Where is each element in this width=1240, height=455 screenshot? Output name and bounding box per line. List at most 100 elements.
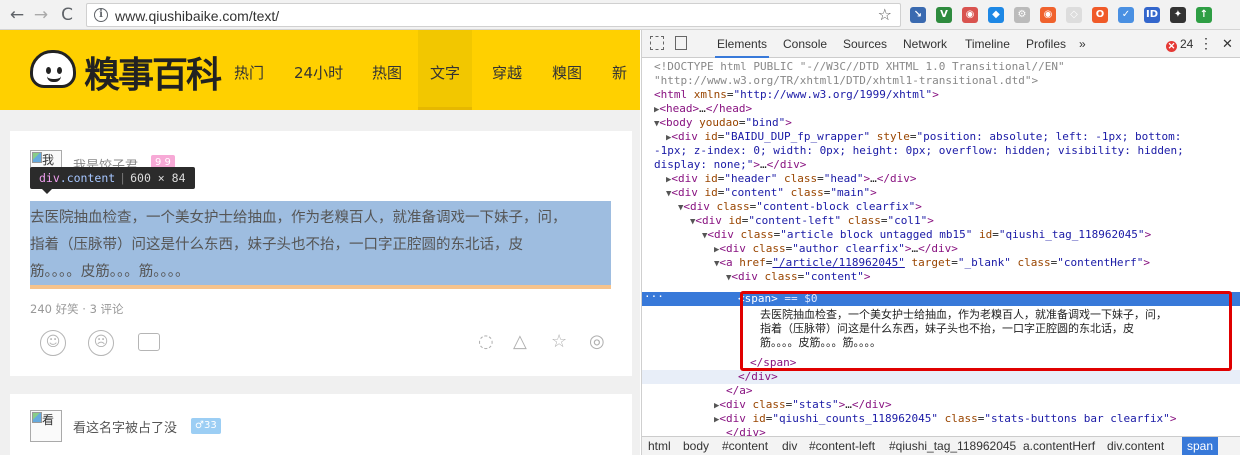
dom-node[interactable]: display: none;">…</div> xyxy=(642,158,1240,172)
site-info-icon[interactable]: i xyxy=(94,8,108,22)
author-name[interactable]: 看这名字被占了没 xyxy=(73,417,177,436)
nav-item[interactable]: 新鲜 xyxy=(612,30,640,168)
logo-eye-left xyxy=(46,67,51,74)
dom-node[interactable]: ▶<div id="BAIDU_DUP_fp_wrapper" style="p… xyxy=(642,130,1240,144)
tab-profiles[interactable]: Profiles xyxy=(1026,37,1066,51)
breadcrumb-item[interactable]: div.content xyxy=(1107,439,1164,453)
post-content-line[interactable]: 筋。。。。皮筋。。。筋。。。。 xyxy=(30,260,190,281)
error-count-badge[interactable]: ✕ 24 xyxy=(1166,37,1193,52)
funny-vote-icon[interactable]: ☺ xyxy=(40,330,66,356)
close-devtools-icon[interactable]: ✕ xyxy=(1222,36,1233,52)
post-content-line[interactable]: 去医院抽血检查，一个美女护士给抽血，作为老糗百人，就准备调戏一下妹子，问， xyxy=(30,206,567,227)
error-icon: ✕ xyxy=(1166,41,1177,52)
nav-item[interactable]: 穿越 xyxy=(492,30,522,110)
breadcrumb-item-active[interactable]: span xyxy=(1182,437,1219,455)
post-content-line[interactable]: 指着（压脉带）问这是什么东西，妹子头也不抬，一口字正腔圆的东北话，皮 xyxy=(30,233,523,254)
breadcrumb-item[interactable]: body xyxy=(683,439,709,453)
forward-button[interactable]: → xyxy=(30,4,52,26)
breadcrumb: html body #content div #content-left #qi… xyxy=(642,436,1240,455)
not-funny-vote-icon[interactable]: ☹ xyxy=(88,330,114,356)
devtools-menu-icon[interactable]: ⋮ xyxy=(1199,35,1213,52)
share-weibo-icon[interactable]: ◎ xyxy=(589,331,605,352)
author-avatar[interactable]: 看 xyxy=(30,410,62,442)
share-qzone-icon[interactable]: △ xyxy=(513,331,527,352)
extension-5-icon[interactable]: ◉ xyxy=(1040,7,1056,23)
extension-11-icon[interactable]: ↑ xyxy=(1196,7,1212,23)
bookmark-star-icon[interactable]: ☆ xyxy=(878,5,892,24)
inspect-element-icon[interactable] xyxy=(650,36,664,50)
dom-node[interactable]: ▼<div class="content-block clearfix"> xyxy=(642,200,1240,214)
tab-sources[interactable]: Sources xyxy=(843,37,887,51)
logo-mouth xyxy=(47,76,61,82)
extension-9-icon[interactable]: ID xyxy=(1144,7,1160,23)
extension-6-icon[interactable]: ◇ xyxy=(1066,7,1082,23)
favorite-star-icon[interactable]: ☆ xyxy=(551,331,567,352)
browser-toolbar: ← → C i www.qiushibaike.com/text/ ☆ ↘ V ◉ ◆… xyxy=(0,0,1240,30)
dom-node[interactable]: ▼<div id="content-left" class="col1"> xyxy=(642,214,1240,228)
dom-node[interactable]: "http://www.w3.org/TR/xhtml1/DTD/xhtml1-… xyxy=(642,74,1240,88)
breadcrumb-item[interactable]: html xyxy=(648,439,671,453)
url-text[interactable]: www.qiushibaike.com/text/ xyxy=(115,8,279,24)
tab-elements[interactable]: Elements xyxy=(715,30,770,58)
dom-node[interactable]: -1px; z-index: 0; width: 0px; height: 0p… xyxy=(642,144,1240,158)
extension-v-icon[interactable]: V xyxy=(936,7,952,23)
dom-node[interactable]: </div> xyxy=(642,370,1240,384)
back-button[interactable]: ← xyxy=(6,4,28,26)
dom-node[interactable]: </a> xyxy=(642,384,1240,398)
breadcrumb-item[interactable]: #qiushi_tag_118962045 xyxy=(889,439,1016,453)
dom-node[interactable]: <!DOCTYPE html PUBLIC "-//W3C//DTD XHTML… xyxy=(642,60,1240,74)
site-header: 糗事百科 热门 24小时热图文字穿越糗图新鲜 xyxy=(0,30,640,168)
screen: ← → C i www.qiushibaike.com/text/ ☆ ↘ V ◉ ◆… xyxy=(0,0,1240,455)
extension-2-icon[interactable]: ◉ xyxy=(962,7,978,23)
dom-node[interactable]: ▶<div class="stats">…</div> xyxy=(642,398,1240,412)
nav-item[interactable]: 24小时 xyxy=(294,30,343,110)
logo-eye-right xyxy=(57,67,62,74)
breadcrumb-item[interactable]: a.contentHerf xyxy=(1023,439,1095,453)
tab-timeline[interactable]: Timeline xyxy=(965,37,1010,51)
inspect-tooltip: div.content | 600 × 84 xyxy=(30,167,195,194)
extension-4-icon[interactable]: ⚙ xyxy=(1014,7,1030,23)
dom-node[interactable]: ▶<div id="qiushi_counts_118962045" class… xyxy=(642,412,1240,426)
extension-8-icon[interactable]: ✓ xyxy=(1118,7,1134,23)
comment-icon[interactable] xyxy=(138,333,160,351)
web-page: 糗事百科 热门24小时热图文字穿越糗图新鲜 我 我是饺子君 9 9 去医院抽血检… xyxy=(0,30,640,455)
forward-arrow-icon: → xyxy=(33,5,49,25)
reload-button[interactable]: C xyxy=(56,4,78,26)
site-logo[interactable]: 糗事百科 xyxy=(84,46,222,98)
extension-7-icon[interactable]: O xyxy=(1092,7,1108,23)
nav-item[interactable]: 热门 xyxy=(234,30,264,110)
reload-icon: C xyxy=(61,5,73,25)
dom-node[interactable]: ▼<a href="/article/118962045" target="_b… xyxy=(642,256,1240,270)
nav-item[interactable]: 文字 xyxy=(418,30,473,110)
back-arrow-icon: ← xyxy=(9,5,25,25)
dom-node[interactable]: ▶<div class="author clearfix">…</div> xyxy=(642,242,1240,256)
nav-item[interactable]: 热图 xyxy=(372,30,402,110)
logo-face-icon[interactable] xyxy=(30,50,76,88)
tab-console[interactable]: Console xyxy=(783,37,827,51)
extension-1-icon[interactable]: ↘ xyxy=(910,7,926,23)
annotation-red-box xyxy=(740,291,1232,371)
gender-age-badge: ♂33 xyxy=(191,418,221,434)
share-chat-icon[interactable]: ◌ xyxy=(478,331,494,352)
dom-node[interactable]: ▼<div class="content"> xyxy=(642,270,1240,284)
dom-node[interactable]: ▶<head>…</head> xyxy=(642,102,1240,116)
device-toolbar-icon[interactable] xyxy=(675,36,687,50)
dom-node[interactable]: ▼<body youdao="bind"> xyxy=(642,116,1240,130)
extension-10-icon[interactable]: ✦ xyxy=(1170,7,1186,23)
breadcrumb-item[interactable]: #content-left xyxy=(809,439,875,453)
dom-node[interactable]: ▼<div class="article block untagged mb15… xyxy=(642,228,1240,242)
dom-node[interactable]: ▼<div id="content" class="main"> xyxy=(642,186,1240,200)
element-padding-overlay xyxy=(30,285,611,289)
devtools-panel: Elements Console Sources Network Timelin… xyxy=(641,30,1240,455)
dom-node[interactable]: ▶<div id="header" class="head">…</div> xyxy=(642,172,1240,186)
extension-3-icon[interactable]: ◆ xyxy=(988,7,1004,23)
breadcrumb-item[interactable]: div xyxy=(782,439,797,453)
more-tabs-button[interactable]: » xyxy=(1079,37,1086,51)
nav-item[interactable]: 糗图 xyxy=(552,30,582,110)
devtools-tab-bar: Elements Console Sources Network Timelin… xyxy=(642,30,1240,58)
breadcrumb-item[interactable]: #content xyxy=(722,439,768,453)
post-stats[interactable]: 240 好笑 · 3 评论 xyxy=(30,301,124,317)
dom-node[interactable]: <html xmlns="http://www.w3.org/1999/xhtm… xyxy=(642,88,1240,102)
address-bar[interactable]: i www.qiushibaike.com/text/ ☆ xyxy=(86,3,901,27)
tab-network[interactable]: Network xyxy=(903,37,947,51)
